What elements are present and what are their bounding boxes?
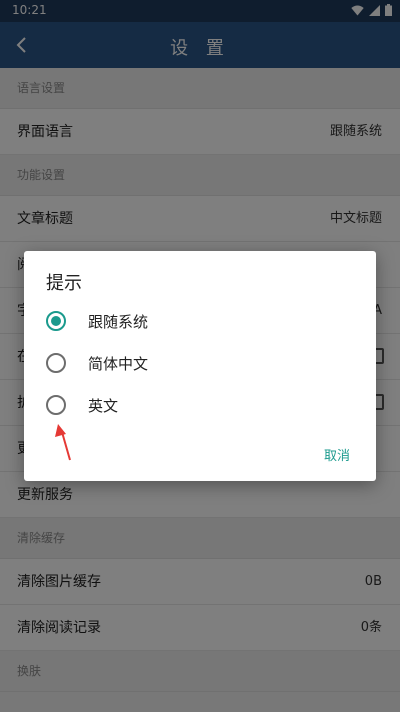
annotation-arrow-icon: [55, 424, 71, 461]
